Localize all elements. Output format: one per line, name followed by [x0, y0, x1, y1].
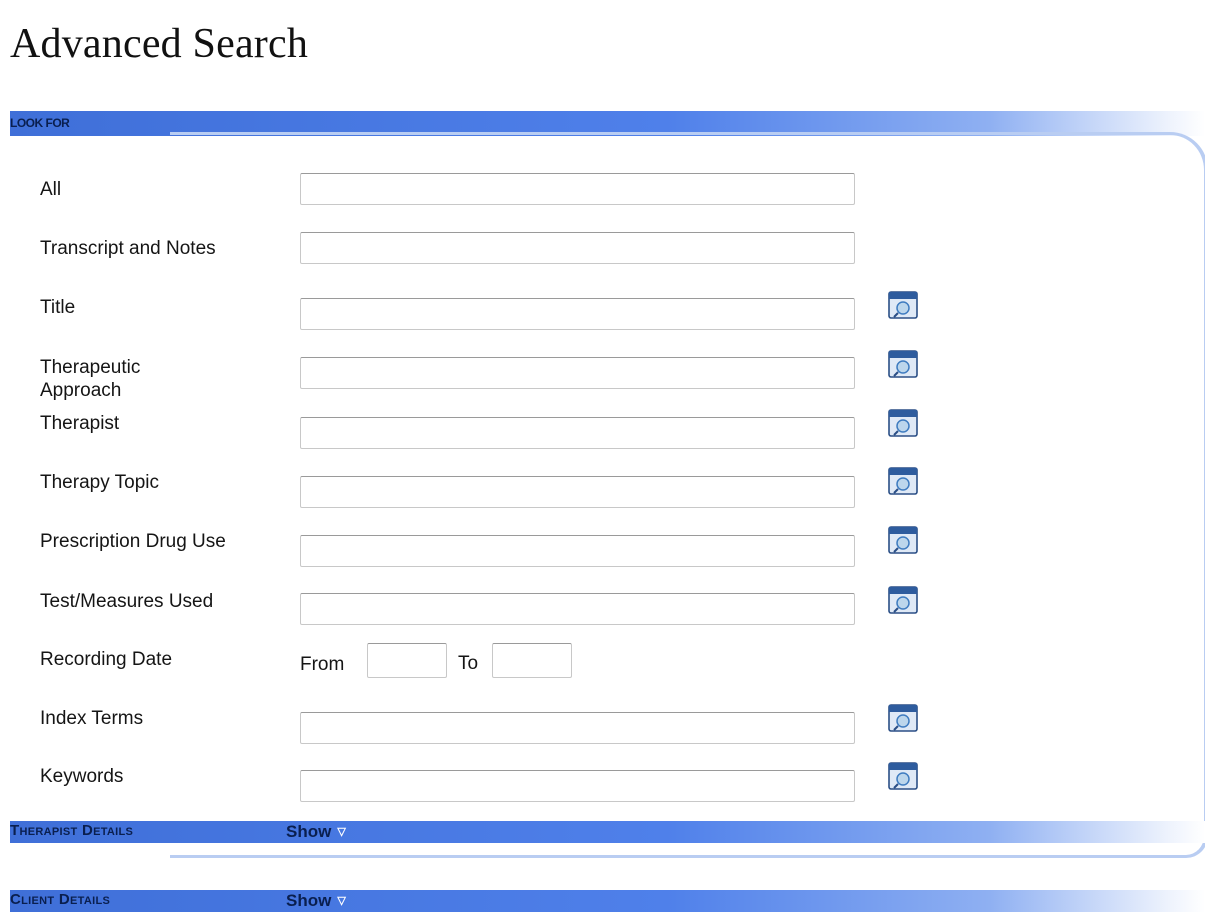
client-details-show-toggle[interactable]: Show ▽ — [286, 891, 346, 911]
label-all: All — [40, 179, 62, 200]
triangle-down-icon: ▽ — [337, 895, 346, 907]
show-label: Show — [286, 891, 332, 910]
therapist-input[interactable] — [300, 417, 855, 449]
date-to-input[interactable] — [492, 643, 572, 678]
label-test-measures-used: Test/Measures Used — [40, 591, 214, 612]
therapist-details-show-toggle[interactable]: Show ▽ — [286, 822, 346, 842]
client-details-label: Client Details — [10, 891, 111, 908]
all-input[interactable] — [300, 173, 855, 205]
label-keywords: Keywords — [40, 766, 124, 787]
therapy-topic-input[interactable] — [300, 476, 855, 508]
therapist-details-label: Therapist Details — [10, 822, 134, 839]
label-prescription-drug-use: Prescription Drug Use — [40, 531, 226, 552]
lookup-list-icon[interactable] — [887, 349, 919, 379]
therapeutic-approach-input[interactable] — [300, 357, 855, 389]
label-therapy-topic: Therapy Topic — [40, 472, 159, 493]
label-therapist: Therapist — [40, 413, 120, 434]
therapist-details-header: Therapist Details Show ▽ — [10, 821, 1205, 843]
label-index-terms: Index Terms — [40, 708, 144, 729]
page-title: Advanced Search — [10, 21, 309, 67]
label-recording-date: Recording Date — [40, 649, 173, 670]
lookup-list-icon[interactable] — [887, 585, 919, 615]
index-terms-input[interactable] — [300, 712, 855, 744]
triangle-down-icon: ▽ — [337, 826, 346, 838]
lookup-list-icon[interactable] — [887, 703, 919, 733]
label-title: Title — [40, 297, 76, 318]
lookup-list-icon[interactable] — [887, 466, 919, 496]
lookup-list-icon[interactable] — [887, 408, 919, 438]
label-therapeutic-approach: Therapeutic Approach — [40, 357, 141, 401]
look-for-label: LOOK FOR — [10, 116, 70, 130]
show-label: Show — [286, 822, 332, 841]
keywords-input[interactable] — [300, 770, 855, 802]
test-measures-used-input[interactable] — [300, 593, 855, 625]
to-label: To — [458, 653, 479, 674]
client-details-header: Client Details Show ▽ — [10, 890, 1205, 912]
lookup-list-icon[interactable] — [887, 761, 919, 791]
lookup-list-icon[interactable] — [887, 290, 919, 320]
label-transcript-notes: Transcript and Notes — [40, 238, 216, 259]
prescription-drug-use-input[interactable] — [300, 535, 855, 567]
date-from-input[interactable] — [367, 643, 447, 678]
lookup-list-icon[interactable] — [887, 525, 919, 555]
from-label: From — [300, 654, 345, 675]
transcript-notes-input[interactable] — [300, 232, 855, 264]
title-input[interactable] — [300, 298, 855, 330]
